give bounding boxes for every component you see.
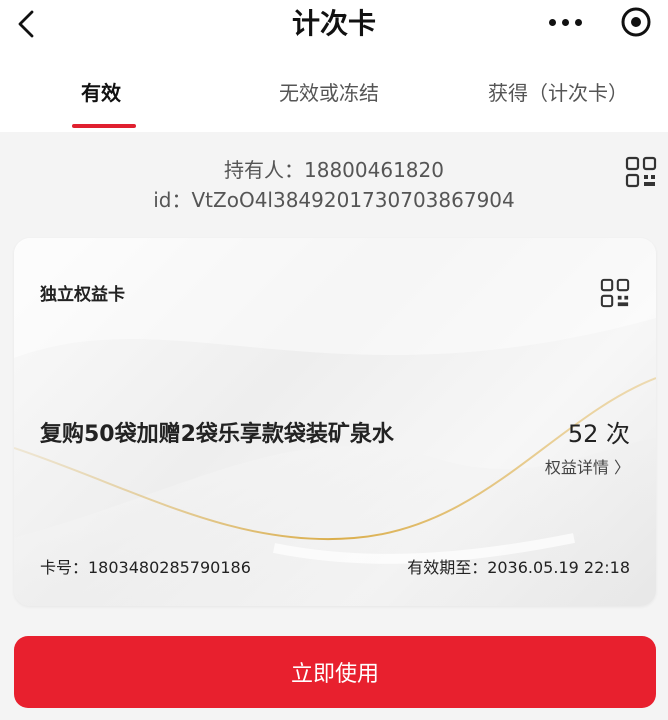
card-type-label: 独立权益卡 xyxy=(40,285,125,305)
header: 计次卡 有效 无效或冻结 获得（计次卡） xyxy=(0,0,668,132)
close-target-icon[interactable] xyxy=(618,4,654,40)
qr-code-icon[interactable] xyxy=(625,156,657,188)
benefit-card[interactable]: 独立权益卡 复购50袋加赠2袋乐享款袋装矿泉水 52 次 权益详情 〉 卡号：1… xyxy=(14,238,656,606)
more-icon[interactable] xyxy=(534,2,596,42)
card-product-name: 复购50袋加赠2袋乐享款袋装矿泉水 xyxy=(40,422,394,447)
holder-id: id：VtZoO4l3849201730703867904 xyxy=(153,188,515,212)
nav-bar: 计次卡 xyxy=(0,0,668,50)
holder-info: 持有人：18800461820 id：VtZoO4l38492017307038… xyxy=(0,150,668,220)
tab-obtained[interactable]: 获得（计次卡） xyxy=(488,78,628,108)
benefit-details-link[interactable]: 权益详情 〉 xyxy=(545,454,630,478)
card-qr-code-icon[interactable] xyxy=(600,278,630,308)
card-number: 卡号：1803480285790186 xyxy=(40,558,251,577)
use-now-label: 立即使用 xyxy=(290,662,379,687)
expiry-date: 有效期至：2036.05.19 22:18 xyxy=(407,558,630,577)
active-tab-indicator xyxy=(72,124,136,128)
use-now-button[interactable]: 立即使用 xyxy=(14,636,656,708)
holder-phone: 持有人：18800461820 xyxy=(224,158,444,182)
tab-valid[interactable]: 有效 xyxy=(81,78,121,108)
tab-invalid-frozen[interactable]: 无效或冻结 xyxy=(279,78,379,108)
remaining-count: 52 次 xyxy=(567,420,630,448)
tab-bar: 有效 无效或冻结 获得（计次卡） xyxy=(0,70,668,132)
mini-program-capsule xyxy=(534,2,658,42)
